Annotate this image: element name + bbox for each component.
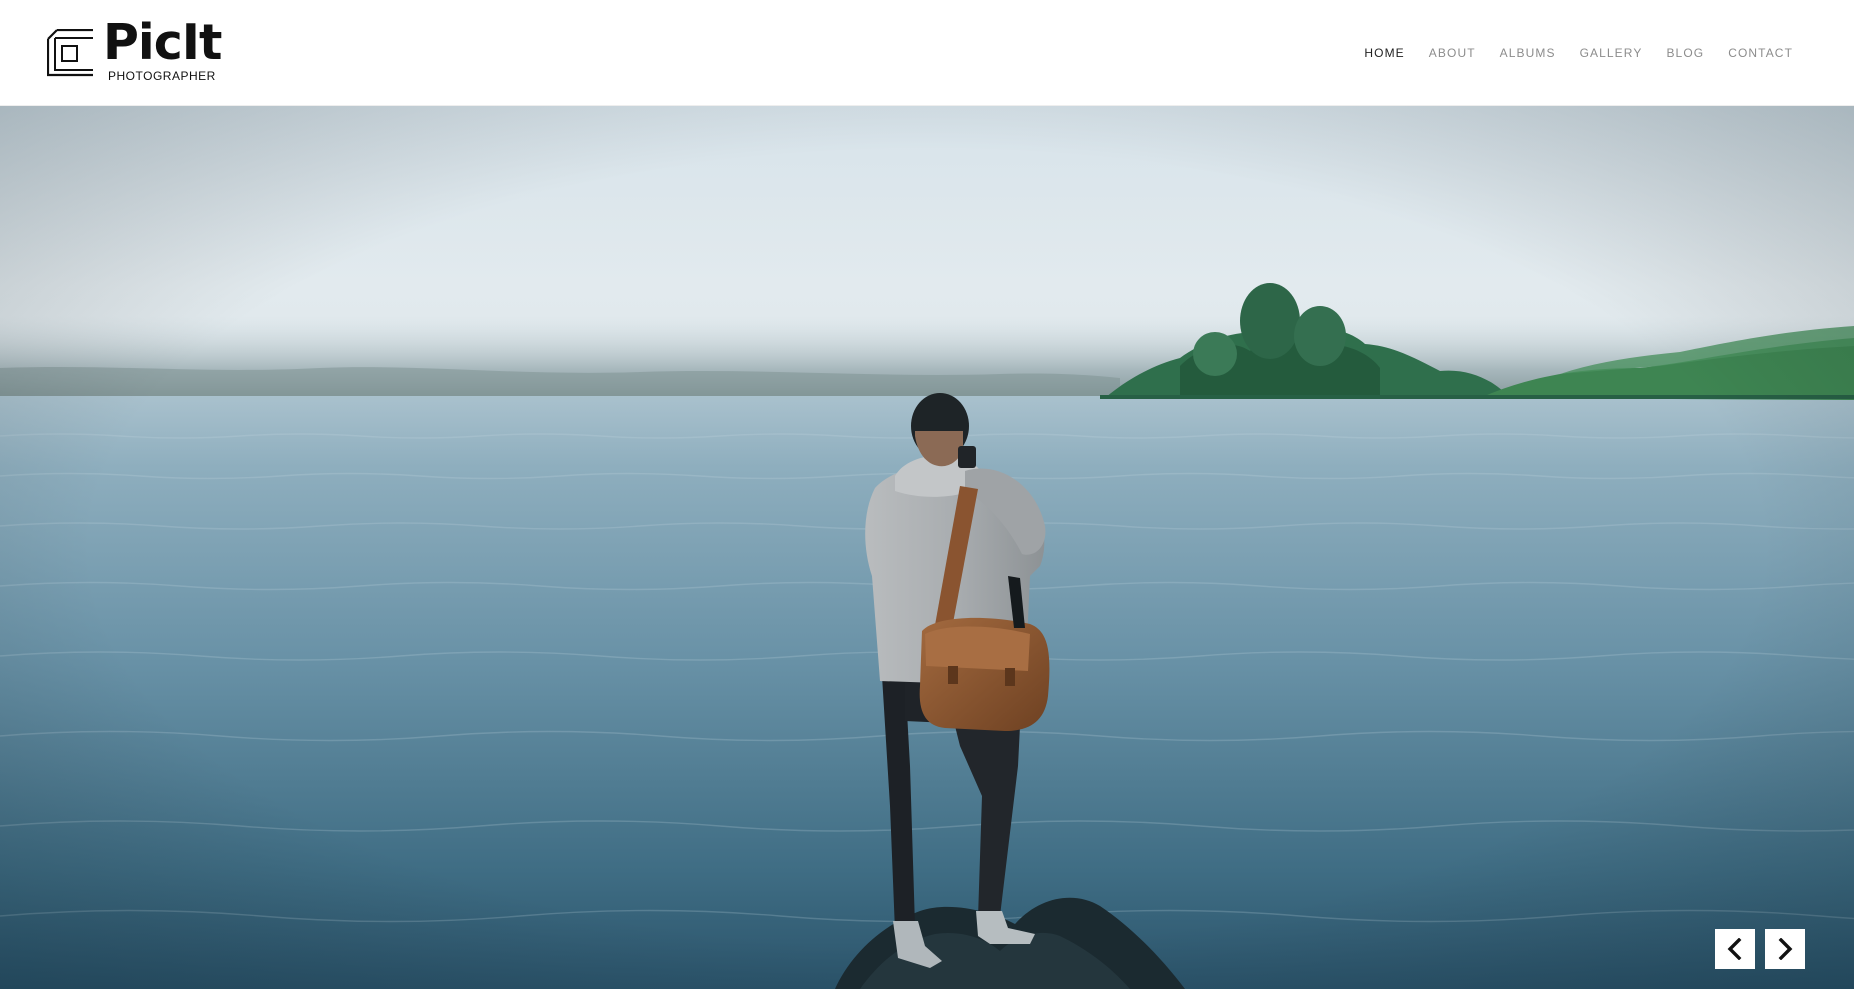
- slider-prev-button[interactable]: [1715, 929, 1755, 969]
- main-nav: HOME ABOUT ALBUMS GALLERY BLOG CONTACT: [1364, 46, 1793, 60]
- nav-item-contact: CONTACT: [1728, 46, 1793, 60]
- nav-link-albums[interactable]: ALBUMS: [1500, 46, 1556, 60]
- nav-link-blog[interactable]: BLOG: [1666, 46, 1704, 60]
- slider-next-button[interactable]: [1765, 929, 1805, 969]
- brand-name: PicIt: [103, 14, 222, 71]
- nav-link-gallery[interactable]: GALLERY: [1580, 46, 1643, 60]
- nav-item-albums: ALBUMS: [1500, 46, 1556, 60]
- hero-image: [0, 106, 1854, 989]
- nav-link-home[interactable]: HOME: [1364, 46, 1404, 60]
- chevron-right-icon: [1778, 938, 1793, 960]
- site-header: PicIt PHOTOGRAPHER HOME ABOUT ALBUMS GAL…: [0, 0, 1854, 106]
- nav-link-about[interactable]: ABOUT: [1429, 46, 1476, 60]
- brand-logo[interactable]: PicIt PHOTOGRAPHER: [47, 18, 222, 86]
- nav-link-contact[interactable]: CONTACT: [1728, 46, 1793, 60]
- hero-slider: [0, 106, 1854, 989]
- nav-item-home: HOME: [1364, 46, 1404, 60]
- chevron-left-icon: [1727, 938, 1742, 960]
- nav-item-blog: BLOG: [1666, 46, 1704, 60]
- nav-item-gallery: GALLERY: [1580, 46, 1643, 60]
- brand-tagline: PHOTOGRAPHER: [108, 69, 216, 83]
- nav-item-about: ABOUT: [1429, 46, 1476, 60]
- nested-square-frame-icon: [47, 29, 93, 77]
